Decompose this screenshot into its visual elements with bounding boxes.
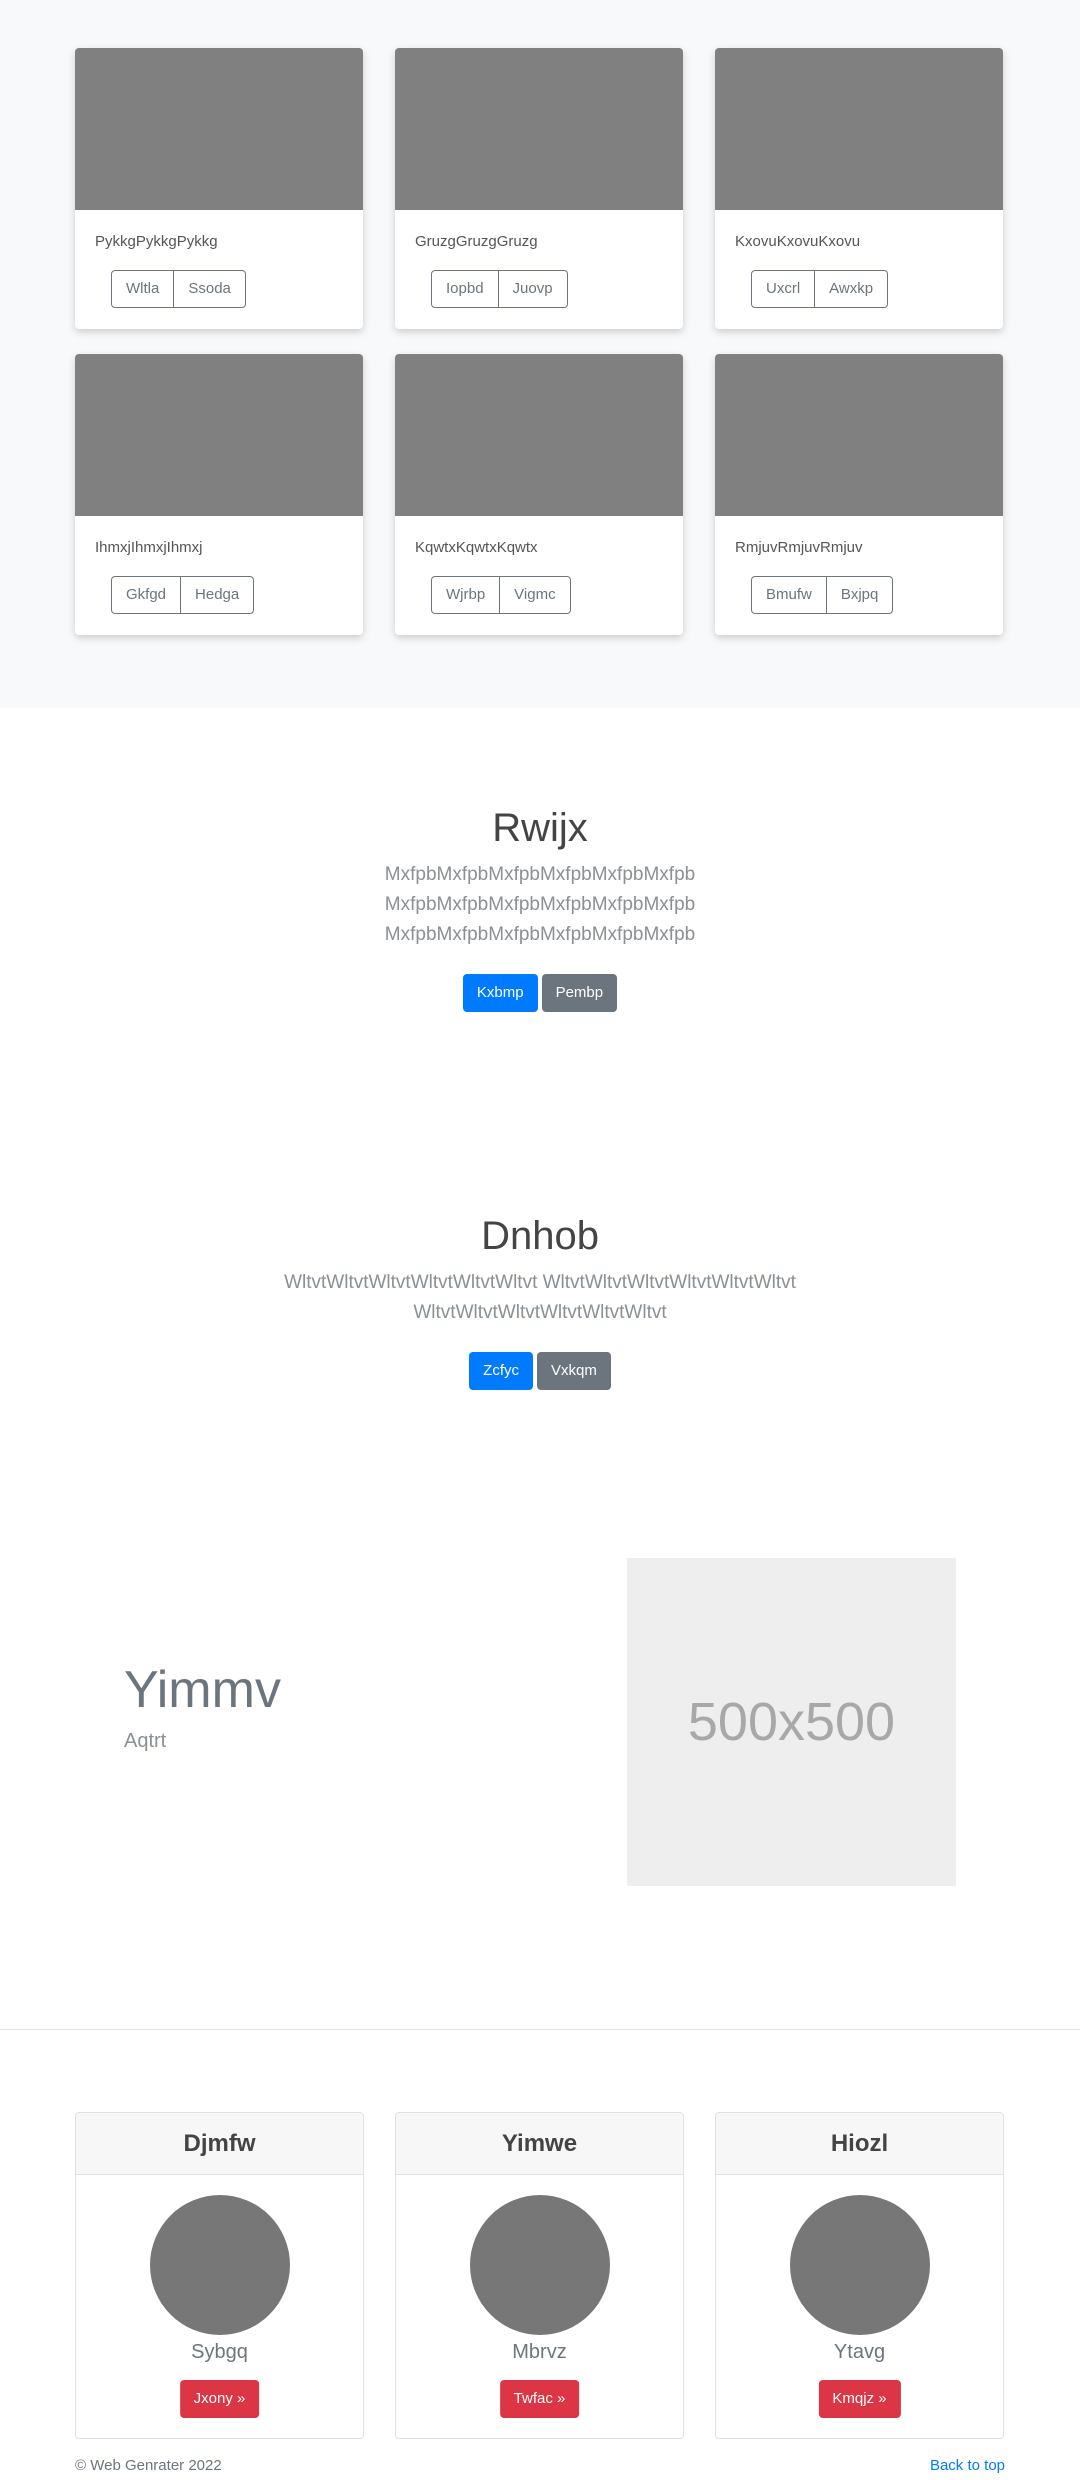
card-edit-button[interactable]: Juovp	[498, 270, 568, 308]
profile-name: Mbrvz	[512, 2341, 567, 2363]
card-view-button[interactable]: Iopbd	[431, 270, 499, 308]
profile-card-header: Yimwe	[396, 2113, 683, 2175]
card-thumbnail	[395, 354, 683, 516]
card-edit-button[interactable]: Vigmc	[500, 576, 571, 614]
hero-secondary-button[interactable]: Pembp	[541, 974, 618, 1012]
profile-name: Ytavg	[833, 2341, 886, 2363]
card-thumbnail	[715, 354, 1003, 516]
profile-card: Djmfw Sybgq Jxony »	[75, 2112, 364, 2439]
card-button-group: Bmufw Bxjpq	[751, 576, 894, 614]
hero-primary-button[interactable]: Kxbmp	[462, 974, 538, 1012]
profile-card: Hiozl Ytavg Kmqjz »	[715, 2112, 1004, 2439]
avatar	[150, 2195, 290, 2335]
card-view-button[interactable]: Gkfgd	[111, 576, 182, 614]
card-thumbnail	[75, 48, 363, 210]
profile-name: Sybgq	[191, 2341, 248, 2363]
card-edit-button[interactable]: Ssoda	[174, 270, 246, 308]
card-thumbnail	[715, 48, 1003, 210]
hero-lead-line: MxfpbMxfpbMxfpbMxfpbMxfpbMxfpb	[384, 894, 696, 915]
card-caption: KxovuKxovuKxovu	[735, 233, 861, 250]
card-button-group: Gkfgd Hedga	[111, 576, 255, 614]
profile-action-button[interactable]: Jxony »	[179, 2380, 260, 2418]
album-card: KxovuKxovuKxovu Uxcrl Awxkp	[715, 48, 1003, 329]
feature-subheading: Aqtrt	[124, 1730, 167, 1752]
card-view-button[interactable]: Wltla	[111, 270, 175, 308]
album-card: PykkgPykkgPykkg Wltla Ssoda	[75, 48, 363, 329]
hero-lead-line: WltvtWltvtWltvtWltvtWltvtWltvt	[413, 1302, 667, 1323]
avatar	[470, 2195, 610, 2335]
hero-lead: WltvtWltvtWltvtWltvtWltvtWltvt WltvtWltv…	[240, 1268, 840, 1328]
avatar	[790, 2195, 930, 2335]
placeholder-image: 500x500	[627, 1558, 956, 1886]
album-card: KqwtxKqwtxKqwtx Wjrbp Vigmc	[395, 354, 683, 635]
hero-button-row: Kxbmp Pembp	[0, 974, 1080, 1012]
profile-action-button[interactable]: Kmqjz »	[818, 2380, 901, 2418]
placeholder-label: 500x500	[687, 1692, 896, 1752]
card-view-button[interactable]: Bmufw	[751, 576, 827, 614]
album-card: GruzgGruzgGruzg Iopbd Juovp	[395, 48, 683, 329]
hero-lead-line: WltvtWltvtWltvtWltvtWltvtWltvt WltvtWltv…	[284, 1272, 796, 1293]
hero-lead-line: MxfpbMxfpbMxfpbMxfpbMxfpbMxfpb	[384, 864, 696, 885]
profile-card: Yimwe Mbrvz Twfac »	[395, 2112, 684, 2439]
profile-action-button[interactable]: Twfac »	[499, 2380, 580, 2418]
back-to-top-link[interactable]: Back to top	[930, 2457, 1005, 2474]
card-view-button[interactable]: Uxcrl	[751, 270, 816, 308]
card-button-group: Wjrbp Vigmc	[431, 576, 571, 614]
card-button-group: Uxcrl Awxkp	[751, 270, 889, 308]
album-card: RmjuvRmjuvRmjuv Bmufw Bxjpq	[715, 354, 1003, 635]
album-section: PykkgPykkgPykkg Wltla Ssoda GruzgGruzgGr…	[0, 0, 1080, 708]
card-caption: RmjuvRmjuvRmjuv	[735, 539, 863, 556]
card-caption: IhmxjIhmxjIhmxj	[95, 539, 203, 556]
feature-heading: Yimmv	[124, 1661, 281, 1719]
hero-lead: MxfpbMxfpbMxfpbMxfpbMxfpbMxfpb MxfpbMxfp…	[240, 860, 840, 950]
card-button-group: Wltla Ssoda	[111, 270, 246, 308]
card-caption: KqwtxKqwtxKqwtx	[415, 539, 538, 556]
hero-title: Dnhob	[481, 1214, 599, 1258]
card-caption: PykkgPykkgPykkg	[95, 233, 218, 250]
card-edit-button[interactable]: Awxkp	[815, 270, 889, 308]
card-button-group: Iopbd Juovp	[431, 270, 568, 308]
hero-primary-button[interactable]: Zcfyc	[469, 1352, 533, 1390]
album-card: IhmxjIhmxjIhmxj Gkfgd Hedga	[75, 354, 363, 635]
hero-button-row: Zcfyc Vxkqm	[0, 1352, 1080, 1390]
footer-copyright: © Web Genrater 2022	[75, 2457, 222, 2474]
hero-title: Rwijx	[492, 806, 588, 850]
card-edit-button[interactable]: Bxjpq	[826, 576, 894, 614]
hero-lead-line: MxfpbMxfpbMxfpbMxfpbMxfpbMxfpb	[384, 924, 696, 945]
card-view-button[interactable]: Wjrbp	[431, 576, 501, 614]
card-caption: GruzgGruzgGruzg	[415, 233, 538, 250]
card-thumbnail	[75, 354, 363, 516]
card-edit-button[interactable]: Hedga	[181, 576, 255, 614]
hero-secondary-button[interactable]: Vxkqm	[537, 1352, 611, 1390]
profile-card-header: Djmfw	[76, 2113, 363, 2175]
card-thumbnail	[395, 48, 683, 210]
section-divider	[0, 2029, 1080, 2030]
profile-card-header: Hiozl	[716, 2113, 1003, 2175]
